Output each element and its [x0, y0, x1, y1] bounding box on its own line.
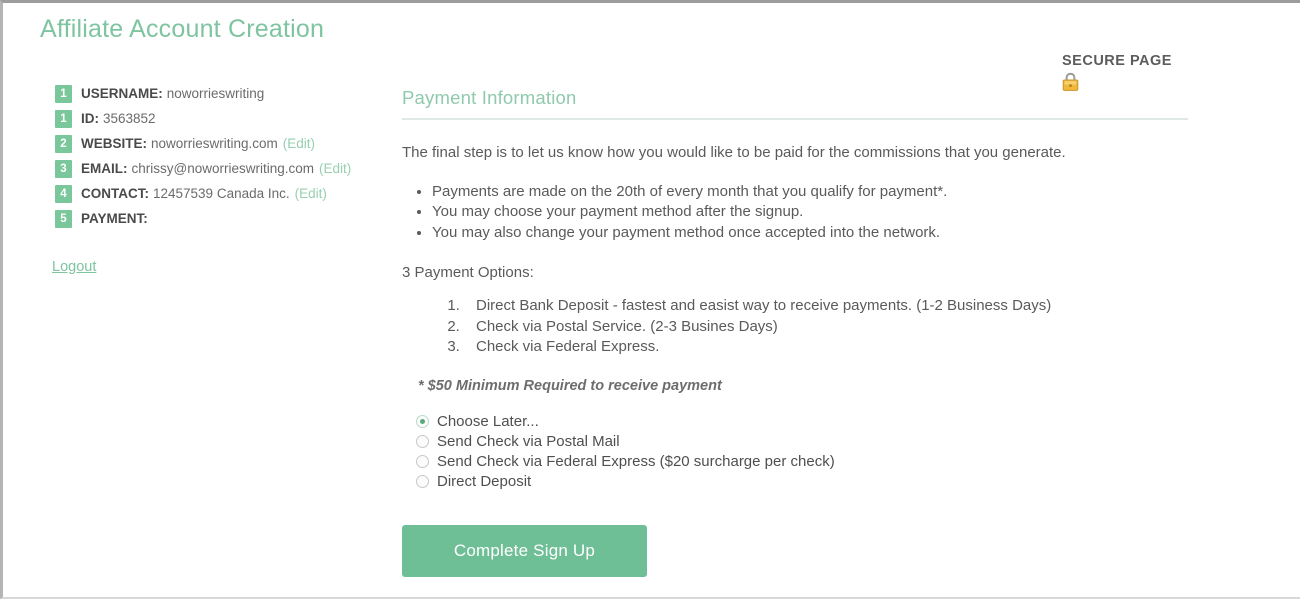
- list-item: Check via Postal Service. (2-3 Busines D…: [464, 317, 1192, 338]
- list-item: Check via Federal Express.: [464, 337, 1192, 358]
- step-badge: 4: [55, 184, 72, 203]
- account-row-key: WEBSITE:: [81, 136, 147, 151]
- page-title: Affiliate Account Creation: [40, 15, 325, 43]
- radio-option-choose-later[interactable]: Choose Later...: [416, 412, 1192, 432]
- main-content: Payment Information The final step is to…: [402, 87, 1192, 492]
- payment-notes-list: Payments are made on the 20th of every m…: [402, 182, 1192, 244]
- radio-option-label: Choose Later...: [437, 413, 539, 431]
- account-row-key: ID:: [81, 111, 99, 126]
- radio-icon[interactable]: [416, 475, 429, 489]
- step-badge: 2: [55, 134, 72, 153]
- radio-option-postal-mail[interactable]: Send Check via Postal Mail: [416, 432, 1192, 452]
- radio-option-federal-express[interactable]: Send Check via Federal Express ($20 surc…: [416, 452, 1192, 472]
- account-row-key: PAYMENT:: [81, 211, 148, 226]
- account-row-value: noworrieswriting: [166, 86, 265, 101]
- account-row-value: noworrieswriting.com: [151, 136, 278, 151]
- step-badge: 1: [55, 84, 72, 103]
- account-row-contact: 4 CONTACT: 12457539 Canada Inc. (Edit): [55, 181, 385, 206]
- radio-option-label: Direct Deposit: [437, 473, 532, 491]
- step-badge: 1: [55, 109, 72, 128]
- account-row-key: EMAIL:: [81, 161, 128, 176]
- account-row-value: chrissy@noworrieswriting.com: [131, 161, 315, 176]
- section-divider: [402, 118, 1188, 120]
- edit-email-link[interactable]: (Edit): [319, 161, 351, 176]
- list-item: Direct Bank Deposit - fastest and easist…: [464, 296, 1192, 317]
- account-row-key: CONTACT:: [81, 186, 149, 201]
- radio-option-label: Send Check via Federal Express ($20 surc…: [437, 453, 835, 471]
- radio-option-direct-deposit[interactable]: Direct Deposit: [416, 472, 1192, 492]
- account-row-email: 3 EMAIL: chrissy@noworrieswriting.com (E…: [55, 156, 385, 181]
- account-row-username: 1 USERNAME: noworrieswriting: [55, 81, 385, 106]
- account-row-payment: 5 PAYMENT:: [55, 206, 385, 231]
- logout-link[interactable]: Logout: [52, 259, 96, 275]
- step-badge: 3: [55, 159, 72, 178]
- intro-paragraph: The final step is to let us know how you…: [402, 144, 1066, 161]
- minimum-payment-note: * $50 Minimum Required to receive paymen…: [418, 377, 722, 394]
- page-frame: Affiliate Account Creation SECURE PAGE 1…: [0, 0, 1300, 599]
- list-item: Payments are made on the 20th of every m…: [432, 182, 1192, 203]
- account-row-value: 12457539 Canada Inc.: [153, 186, 290, 201]
- secure-page-label: SECURE PAGE: [1062, 53, 1172, 69]
- account-summary-list: 1 USERNAME: noworrieswriting 1 ID: 35638…: [55, 81, 385, 231]
- account-row-website: 2 WEBSITE: noworrieswriting.com (Edit): [55, 131, 385, 156]
- radio-icon[interactable]: [416, 435, 429, 449]
- edit-contact-link[interactable]: (Edit): [295, 186, 327, 201]
- list-item: You may choose your payment method after…: [432, 202, 1192, 223]
- account-row-id: 1 ID: 3563852: [55, 106, 385, 131]
- payment-method-radio-group[interactable]: Choose Later... Send Check via Postal Ma…: [416, 412, 1192, 492]
- edit-website-link[interactable]: (Edit): [283, 136, 315, 151]
- radio-option-label: Send Check via Postal Mail: [437, 433, 620, 451]
- radio-icon[interactable]: [416, 455, 429, 469]
- complete-sign-up-button[interactable]: Complete Sign Up: [402, 525, 647, 577]
- secure-page-badge: SECURE PAGE: [1062, 53, 1172, 91]
- list-item: You may also change your payment method …: [432, 223, 1192, 244]
- step-badge: 5: [55, 209, 72, 228]
- payment-options-list: Direct Bank Deposit - fastest and easist…: [402, 296, 1192, 358]
- radio-icon[interactable]: [416, 415, 429, 429]
- payment-options-heading: 3 Payment Options:: [402, 264, 534, 282]
- account-row-value: 3563852: [103, 111, 156, 126]
- section-title: Payment Information: [402, 87, 577, 108]
- account-row-key: USERNAME:: [81, 86, 163, 101]
